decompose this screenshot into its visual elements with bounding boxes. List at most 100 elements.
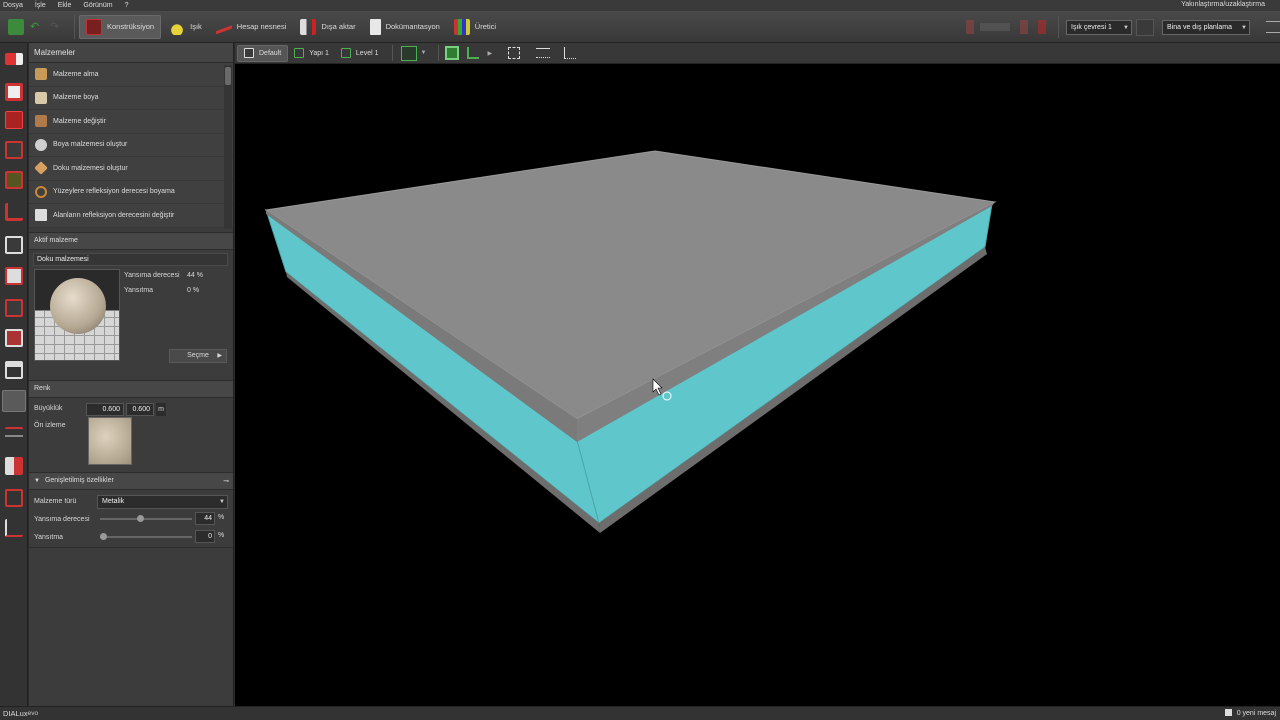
furniture-icon[interactable] (5, 329, 23, 347)
more-icon[interactable] (1266, 21, 1280, 33)
light-scene-settings-icon[interactable] (1136, 19, 1154, 36)
building-icon[interactable] (5, 111, 23, 129)
active-material-header: Aktif malzeme (29, 231, 233, 250)
select-material-button[interactable]: Seçme ▶ (169, 348, 227, 363)
menu-help[interactable]: ? (125, 2, 129, 9)
light-scene-select[interactable]: Işık çevresi 1 ▼ (1066, 20, 1132, 35)
mirror-slider[interactable] (100, 532, 192, 540)
construction-icon (86, 18, 102, 35)
chevron-down-icon[interactable]: ▼ (420, 50, 426, 56)
tab-light-label: Işık (190, 22, 202, 31)
list-item-label: Malzeme alma (53, 70, 99, 78)
chevron-right-icon[interactable]: ▶ (487, 50, 492, 57)
list-item-label: Doku malzemesi oluştur (53, 164, 128, 172)
select-button-label: Seçme (187, 352, 209, 359)
redo-icon[interactable]: ↷ (50, 21, 64, 33)
tabbar-separator (392, 45, 394, 61)
3d-viewport[interactable]: Default Yapı 1 Level 1 ▼ ▶ (235, 43, 1280, 706)
material-sphere (50, 277, 106, 334)
menu-view[interactable]: Görünüm (83, 2, 112, 9)
menu-insert[interactable]: Ekle (58, 2, 72, 9)
view-section-icon[interactable] (467, 47, 480, 59)
size-x-field[interactable]: 0.600 (86, 402, 124, 416)
tab-calc-object[interactable]: Hesap nesnesi (210, 15, 293, 39)
import-icon[interactable] (5, 53, 23, 65)
advanced-properties-section: Malzeme türü Metalik ▼ Yansıma derecesi … (29, 489, 233, 548)
calc-mode-icon[interactable] (1020, 20, 1028, 34)
material-tools-scrollbar[interactable] (224, 65, 232, 229)
texture-icon[interactable] (5, 427, 23, 445)
calc-start-icon[interactable] (966, 20, 974, 34)
calc-progress-icon (980, 23, 1010, 31)
object-icon[interactable] (5, 267, 23, 285)
tab-export[interactable]: Dışa aktar (294, 15, 361, 39)
material-tool-icon[interactable] (2, 390, 26, 412)
split-icon[interactable] (5, 457, 23, 475)
measure-icon[interactable] (5, 519, 23, 537)
advanced-properties-header[interactable]: ▼ Genişletilmiş özellikler ⊸ (29, 471, 233, 490)
scrollbar-thumb[interactable] (225, 67, 231, 85)
measure-distance-icon[interactable] (536, 48, 551, 58)
dialux-window: Dosya İşle Ekle Görünüm ? Yakınlaştırma/… (0, 0, 1280, 720)
zoom-hint: Yakınlaştırma/uzaklaştırma (1181, 1, 1265, 8)
toolbar-separator (74, 14, 75, 39)
dimension-icon[interactable] (564, 47, 577, 59)
messages-text: 0 yeni mesaj (1236, 710, 1276, 717)
undo-icon[interactable]: ↶ (30, 21, 44, 33)
material-name-field[interactable]: Doku malzemesi (33, 252, 228, 266)
tab-documentation[interactable]: Dokümantasyon (364, 15, 446, 39)
list-item[interactable]: Malzeme boya (29, 87, 233, 110)
list-item[interactable]: Alanların refleksiyon derecesini değişti… (29, 204, 233, 228)
material-type-select[interactable]: Metalik ▼ (97, 494, 228, 509)
tab-construction[interactable]: Konstrüksiyon (79, 14, 162, 39)
export-icon (300, 18, 317, 35)
size-y-field[interactable]: 0.600 (126, 402, 154, 416)
tab-level-label: Level 1 (355, 49, 379, 57)
list-item[interactable]: Malzeme değiştir (29, 110, 233, 134)
paint-brush-icon (35, 91, 47, 104)
messages-status[interactable]: 0 yeni mesaj (1224, 709, 1276, 717)
view-3d-icon[interactable] (445, 46, 460, 60)
tab-level[interactable]: Level 1 (335, 45, 385, 62)
planning-mode-select[interactable]: Bina ve dış planlama ▼ (1162, 20, 1250, 35)
material-tools-list: Malzeme alma Malzeme boya Malzeme değişt… (29, 63, 233, 228)
list-item[interactable]: Boya malzemesi oluştur (29, 134, 233, 157)
material-preview-image (34, 268, 120, 361)
mirror-slider-knob[interactable] (100, 532, 107, 540)
floor-icon[interactable] (5, 203, 23, 221)
table-icon[interactable] (5, 361, 23, 379)
app-name: DIALux (3, 709, 28, 718)
tab-building[interactable]: Yapı 1 (288, 45, 335, 62)
cube-icon[interactable] (5, 236, 23, 254)
room-icon[interactable] (5, 83, 23, 101)
door-icon[interactable] (5, 171, 23, 189)
list-item[interactable]: Doku malzemesi oluştur (29, 157, 233, 181)
reflectance-slider[interactable] (100, 514, 192, 522)
tab-default[interactable]: Default (237, 44, 289, 62)
list-item[interactable]: Yüzeylere refleksiyon derecesi boyama (29, 181, 233, 204)
list-item[interactable]: Malzeme alma (29, 63, 233, 87)
size-unit: m (156, 402, 166, 416)
tab-manufacturer[interactable]: Üretici (448, 15, 502, 39)
tab-light[interactable]: Işık (163, 15, 208, 39)
zoom-extents-icon[interactable] (508, 47, 521, 59)
color-header: Renk (29, 379, 233, 398)
menu-file[interactable]: Dosya (3, 2, 23, 9)
scene-canvas[interactable] (235, 64, 1280, 706)
menu-edit[interactable]: İşle (35, 2, 46, 9)
tab-documentation-label: Dokümantasyon (385, 22, 440, 31)
tab-building-label: Yapı 1 (309, 49, 329, 57)
box-icon[interactable] (5, 299, 23, 317)
save-icon[interactable] (8, 18, 24, 35)
adv-reflectance-field[interactable]: 44 (195, 511, 215, 525)
reflectance-slider-knob[interactable] (137, 514, 145, 522)
calc-stop-icon[interactable] (1038, 20, 1046, 34)
adv-mirror-field[interactable]: 0 (195, 529, 215, 543)
frame-icon[interactable] (5, 489, 23, 507)
calculation-controls (960, 17, 1056, 37)
tab-construction-label: Konstrüksiyon (107, 22, 155, 31)
wall-icon[interactable] (5, 141, 23, 159)
floor-plan-view-icon[interactable] (401, 45, 418, 61)
pin-icon[interactable]: ⊸ (223, 477, 229, 485)
texture-material-icon (34, 161, 48, 176)
